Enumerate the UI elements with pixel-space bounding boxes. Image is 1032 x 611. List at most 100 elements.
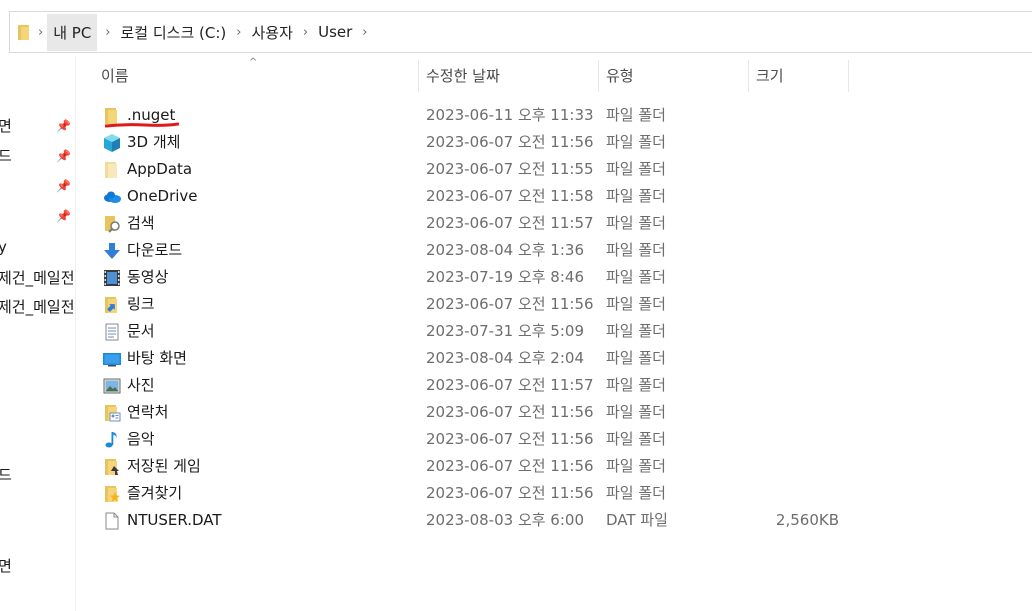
- list-item[interactable]: AppData 2023-06-07 오전 11:55 파일 폴더: [90, 156, 850, 183]
- file-date: 2023-07-19 오후 8:46: [426, 268, 584, 286]
- list-item[interactable]: 문서 2023-07-31 오후 5:09 파일 폴더: [90, 318, 850, 345]
- file-name: OneDrive: [127, 187, 198, 205]
- file-date: 2023-06-07 오전 11:55: [426, 160, 594, 178]
- 3d-objects-icon: [102, 133, 122, 153]
- nav-item-mail-folder[interactable]: 제건_메일전: [0, 267, 75, 288]
- column-divider[interactable]: [598, 60, 599, 92]
- chevron-right-icon[interactable]: ›: [236, 26, 241, 39]
- file-date: 2023-07-31 오후 5:09: [426, 322, 584, 340]
- nav-item-network[interactable]: 면: [0, 555, 12, 576]
- list-item[interactable]: 사진 2023-06-07 오전 11:57 파일 폴더: [90, 372, 850, 399]
- file-name: 3D 개체: [127, 133, 181, 151]
- file-date: 2023-06-07 오전 11:56: [426, 430, 594, 448]
- download-arrow-icon: [102, 241, 122, 261]
- contacts-folder-icon: [102, 403, 122, 423]
- chevron-right-icon[interactable]: ›: [362, 26, 367, 39]
- list-item[interactable]: 음악 2023-06-07 오전 11:56 파일 폴더: [90, 426, 850, 453]
- file-size: 2,560KB: [775, 511, 839, 529]
- file-date: 2023-06-07 오전 11:56: [426, 457, 594, 475]
- file-date: 2023-06-11 오후 11:33: [426, 106, 594, 124]
- red-underline-annotation: [105, 122, 179, 128]
- onedrive-cloud-icon: [102, 187, 122, 207]
- file-name: 다운로드: [127, 241, 183, 259]
- file-type: 파일 폴더: [606, 106, 666, 124]
- file-name: 문서: [127, 322, 155, 340]
- file-date: 2023-08-03 오후 6:00: [426, 511, 584, 529]
- list-item[interactable]: 동영상 2023-07-19 오후 8:46 파일 폴더: [90, 264, 850, 291]
- folder-hidden-icon: [102, 160, 122, 180]
- chevron-right-icon[interactable]: ›: [38, 26, 43, 39]
- file-name: NTUSER.DAT: [127, 511, 222, 529]
- pin-icon[interactable]: 📌: [56, 149, 71, 163]
- file-name: 저장된 게임: [127, 457, 201, 475]
- breadcrumb-item-local-disk[interactable]: 로컬 디스크 (C:): [119, 18, 229, 47]
- pin-icon[interactable]: 📌: [56, 209, 71, 223]
- file-date: 2023-06-07 오전 11:56: [426, 484, 594, 502]
- file-type: DAT 파일: [606, 511, 668, 529]
- chevron-right-icon[interactable]: ›: [303, 26, 308, 39]
- list-item[interactable]: 바탕 화면 2023-08-04 오후 2:04 파일 폴더: [90, 345, 850, 372]
- column-divider[interactable]: [418, 60, 419, 92]
- file-date: 2023-06-07 오전 11:56: [426, 133, 594, 151]
- search-folder-icon: [102, 214, 122, 234]
- nav-item-desktop[interactable]: 면: [0, 115, 12, 136]
- file-type: 파일 폴더: [606, 268, 666, 286]
- file-date: 2023-06-07 오전 11:58: [426, 187, 594, 205]
- column-divider[interactable]: [848, 60, 849, 92]
- list-item[interactable]: OneDrive 2023-06-07 오전 11:58 파일 폴더: [90, 183, 850, 210]
- column-header-name[interactable]: 이름: [101, 58, 129, 94]
- file-icon: [102, 511, 122, 531]
- list-item[interactable]: 저장된 게임 2023-06-07 오전 11:56 파일 폴더: [90, 453, 850, 480]
- list-item[interactable]: NTUSER.DAT 2023-08-03 오후 6:00 DAT 파일 2,5…: [90, 507, 850, 534]
- column-header-type[interactable]: 유형: [606, 58, 634, 94]
- file-explorer-window: › 내 PC › 로컬 디스크 (C:) › 사용자 › User › 면 📌 …: [0, 0, 1032, 611]
- file-name: 바탕 화면: [127, 349, 187, 367]
- file-date: 2023-06-07 오전 11:56: [426, 403, 594, 421]
- address-bar: › 내 PC › 로컬 디스크 (C:) › 사용자 › User ›: [0, 0, 1032, 56]
- pictures-icon: [102, 376, 122, 396]
- nav-item-partial[interactable]: y: [0, 238, 7, 256]
- file-type: 파일 폴더: [606, 484, 666, 502]
- file-name: 음악: [127, 430, 155, 448]
- file-type: 파일 폴더: [606, 376, 666, 394]
- column-header-date[interactable]: 수정한 날짜: [426, 58, 500, 94]
- file-type: 파일 폴더: [606, 457, 666, 475]
- chevron-right-icon[interactable]: ›: [105, 26, 110, 39]
- file-name: 즐겨찾기: [127, 484, 183, 502]
- music-note-icon: [102, 430, 122, 450]
- file-type: 파일 폴더: [606, 322, 666, 340]
- file-name: 사진: [127, 376, 155, 394]
- saved-games-folder-icon: [102, 457, 122, 477]
- column-header-size[interactable]: 크기: [756, 58, 784, 94]
- list-item[interactable]: .nuget 2023-06-11 오후 11:33 파일 폴더: [90, 102, 850, 129]
- sort-ascending-icon: ^: [249, 57, 258, 68]
- list-item[interactable]: 3D 개체 2023-06-07 오전 11:56 파일 폴더: [90, 129, 850, 156]
- favorites-folder-icon: [102, 484, 122, 504]
- nav-item-drive[interactable]: 드: [0, 464, 12, 485]
- nav-item-mail-folder-2[interactable]: 제건_메일전: [0, 296, 75, 317]
- breadcrumb-item-this-pc[interactable]: 내 PC: [47, 13, 98, 51]
- list-item[interactable]: 검색 2023-06-07 오전 11:57 파일 폴더: [90, 210, 850, 237]
- breadcrumb-item-user[interactable]: User: [316, 19, 354, 45]
- file-type: 파일 폴더: [606, 133, 666, 151]
- file-name: AppData: [127, 160, 193, 178]
- list-item[interactable]: 즐겨찾기 2023-06-07 오전 11:56 파일 폴더: [90, 480, 850, 507]
- breadcrumb: › 내 PC › 로컬 디스크 (C:) › 사용자 › User ›: [0, 11, 376, 53]
- file-date: 2023-06-07 오전 11:57: [426, 376, 594, 394]
- file-date: 2023-06-07 오전 11:57: [426, 214, 594, 232]
- nav-item-downloads[interactable]: 드: [0, 145, 12, 166]
- file-type: 파일 폴더: [606, 295, 666, 313]
- list-item[interactable]: 링크 2023-06-07 오전 11:56 파일 폴더: [90, 291, 850, 318]
- column-divider[interactable]: [748, 60, 749, 92]
- file-type: 파일 폴더: [606, 349, 666, 367]
- file-name: 검색: [127, 214, 155, 232]
- navigation-pane: 면 📌 드 📌 📌 📌 y 제건_메일전 제건_메일전 드 면: [0, 56, 76, 611]
- file-name: 동영상: [127, 268, 169, 286]
- breadcrumb-item-users[interactable]: 사용자: [249, 18, 294, 47]
- list-item[interactable]: 다운로드 2023-08-04 오후 1:36 파일 폴더: [90, 237, 850, 264]
- list-item[interactable]: 연락처 2023-06-07 오전 11:56 파일 폴더: [90, 399, 850, 426]
- file-date: 2023-06-07 오전 11:56: [426, 295, 594, 313]
- pin-icon[interactable]: 📌: [56, 119, 71, 133]
- pin-icon[interactable]: 📌: [56, 179, 71, 193]
- file-type: 파일 폴더: [606, 241, 666, 259]
